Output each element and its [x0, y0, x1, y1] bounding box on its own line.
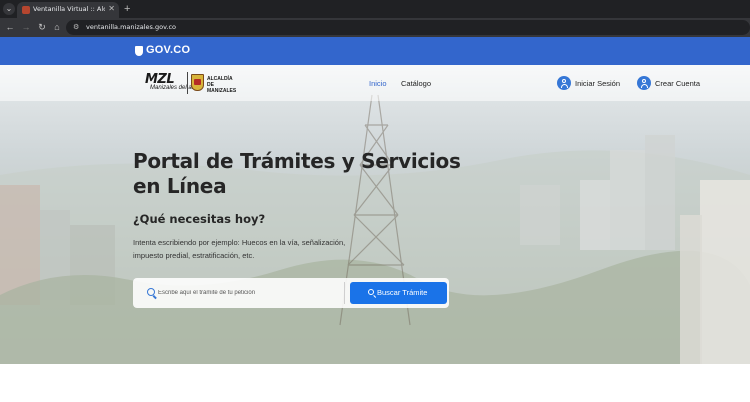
search-icon [147, 288, 155, 296]
crest-icon [191, 74, 204, 91]
favicon-icon [22, 6, 30, 14]
hero-section: MZL Manizales del alma ALCALDÍA DE MANIZ… [0, 65, 750, 364]
alcaldia-logo-text: ALCALDÍA DE MANIZALES [207, 76, 237, 94]
tab-search-icon[interactable]: ⌄ [3, 3, 15, 15]
search-button-label: Buscar Trámite [377, 288, 428, 297]
forward-icon[interactable]: → [20, 21, 32, 33]
site-info-icon[interactable]: ⚙ [73, 23, 79, 31]
search-hint: Intenta escribiendo por ejemplo: Huecos … [133, 238, 346, 260]
search-bar: Buscar Trámite [133, 278, 449, 308]
register-label: Crear Cuenta [655, 79, 701, 88]
logo-divider [187, 72, 188, 94]
login-label: Iniciar Sesión [575, 79, 621, 88]
address-bar[interactable]: ⚙ ventanilla.manizales.gov.co [66, 20, 750, 35]
url-text: ventanilla.manizales.gov.co [86, 23, 177, 31]
browser-toolbar: ← → ↻ ⌂ ⚙ ventanilla.manizales.gov.co [0, 18, 750, 37]
page-title: Portal de Trámites y Servicios en Línea [133, 149, 461, 198]
search-input[interactable] [158, 286, 338, 300]
gov-shield-icon [135, 46, 143, 56]
new-tab-icon[interactable]: + [124, 2, 130, 16]
tab-title: Ventanilla Virtual :: Alcaldía de [33, 5, 105, 13]
search-button-icon [368, 289, 374, 295]
add-user-icon [637, 76, 651, 90]
search-button[interactable]: Buscar Trámite [350, 282, 447, 304]
site-header: MZL Manizales del alma ALCALDÍA DE MANIZ… [0, 65, 750, 101]
user-icon [557, 76, 571, 90]
city-background-image [0, 94, 750, 364]
close-icon[interactable]: ✕ [108, 4, 115, 13]
home-icon[interactable]: ⌂ [51, 21, 63, 33]
nav-catalogo[interactable]: Catálogo [401, 79, 431, 88]
gov-label[interactable]: GOV.CO [146, 44, 190, 56]
reload-icon[interactable]: ↻ [36, 21, 48, 33]
browser-tab[interactable]: Ventanilla Virtual :: Alcaldía de ✕ [17, 2, 119, 18]
back-icon[interactable]: ← [4, 21, 16, 33]
browser-tab-bar: ⌄ Ventanilla Virtual :: Alcaldía de ✕ + [0, 0, 750, 18]
gov-bar: GOV.CO [0, 37, 750, 65]
nav-inicio[interactable]: Inicio [369, 79, 387, 88]
search-divider [344, 282, 345, 304]
page-subtitle: ¿Qué necesitas hoy? [133, 212, 266, 226]
